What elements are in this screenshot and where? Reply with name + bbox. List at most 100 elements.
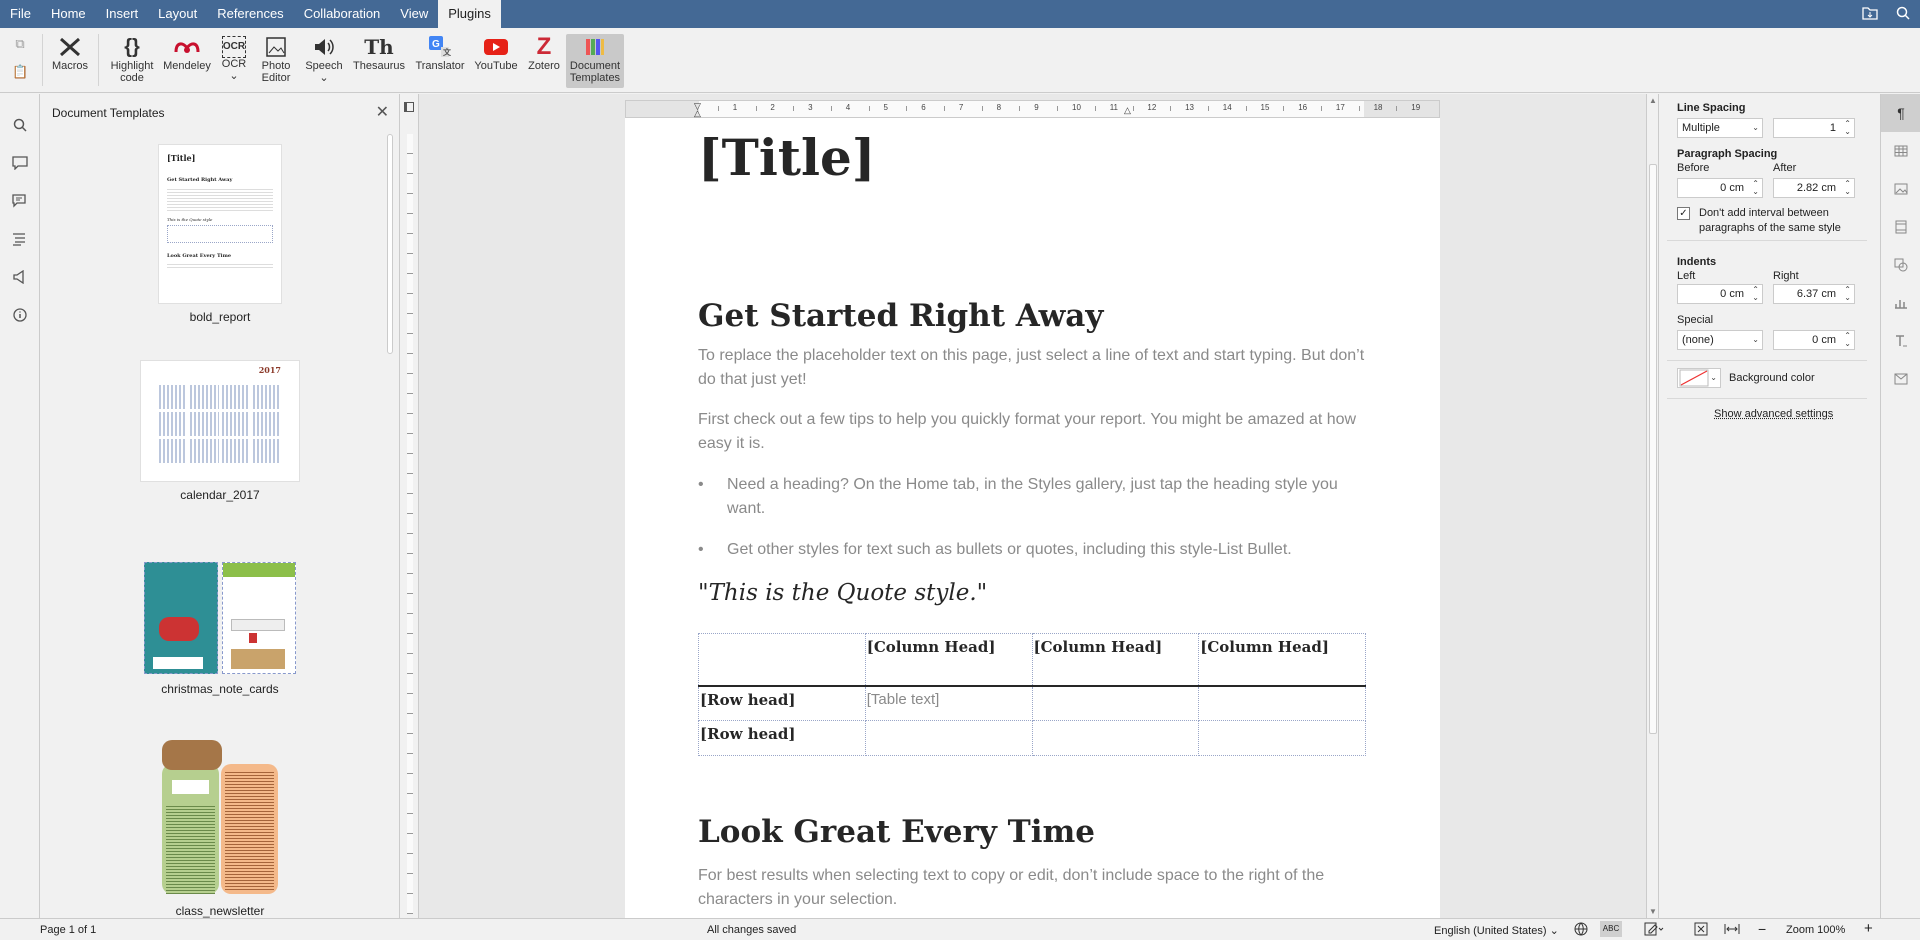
speech-button[interactable]: Speech ⌄	[302, 34, 346, 88]
right-indent-input[interactable]: 6.37 cm ⌃ ⌄	[1773, 284, 1855, 304]
spell-check-icon[interactable]: ABC	[1600, 921, 1622, 937]
document-title[interactable]: [Title]	[698, 128, 875, 187]
zoom-in-icon[interactable]: +	[1864, 920, 1873, 937]
chat-icon[interactable]	[0, 182, 40, 220]
table-column-head[interactable]: [Column Head]	[1198, 633, 1366, 687]
document-scrollbar[interactable]: ▲ ▼	[1646, 94, 1658, 918]
translator-button[interactable]: G文 Translator	[412, 34, 468, 88]
text-art-settings-icon[interactable]	[1881, 322, 1920, 360]
table-cell[interactable]	[1198, 720, 1366, 756]
vertical-ruler[interactable]	[401, 94, 419, 918]
body-paragraph[interactable]: To replace the placeholder text on this …	[698, 344, 1378, 392]
zoom-level[interactable]: Zoom 100%	[1786, 924, 1845, 936]
body-paragraph[interactable]: For best results when selecting text to …	[698, 864, 1378, 912]
open-file-location-icon[interactable]	[1862, 6, 1878, 23]
template-bold-report[interactable]: [Title] Get Started Right Away This is t…	[158, 144, 282, 324]
heading-get-started[interactable]: Get Started Right Away	[698, 298, 1103, 334]
thesaurus-button[interactable]: Th Thesaurus	[352, 34, 406, 88]
document-page[interactable]: [Title] Get Started Right Away To replac…	[625, 118, 1440, 918]
heading-look-great[interactable]: Look Great Every Time	[698, 814, 1095, 850]
document-language-icon[interactable]	[1574, 922, 1588, 939]
feedback-icon[interactable]	[0, 258, 40, 296]
tab-collaboration[interactable]: Collaboration	[294, 0, 391, 28]
template-class-newsletter[interactable]: class_newsletter	[158, 740, 282, 918]
zoom-out-icon[interactable]: −	[1758, 921, 1766, 937]
quote-paragraph[interactable]: "This is the Quote style."	[698, 580, 987, 606]
spinner-arrows-icon[interactable]: ⌃ ⌄	[1752, 286, 1759, 302]
line-spacing-type-select[interactable]: Multiple ⌄	[1677, 118, 1763, 138]
spinner-arrows-icon[interactable]: ⌃ ⌄	[1844, 286, 1851, 302]
shape-settings-icon[interactable]	[1881, 246, 1920, 284]
mendeley-button[interactable]: Mendeley	[162, 34, 212, 88]
tab-stop-selector-icon[interactable]	[404, 102, 414, 112]
page-counter[interactable]: Page 1 of 1	[40, 924, 96, 936]
ocr-button[interactable]: OCR OCR ⌄	[218, 34, 250, 88]
copy-icon[interactable]: ⧉	[12, 36, 28, 52]
photo-editor-button[interactable]: Photo Editor	[256, 34, 296, 88]
tab-references[interactable]: References	[207, 0, 293, 28]
tab-plugins[interactable]: Plugins	[438, 0, 501, 28]
list-bullet[interactable]: Get other styles for text such as bullet…	[698, 538, 1378, 562]
fit-to-width-icon[interactable]	[1724, 922, 1740, 939]
tab-insert[interactable]: Insert	[96, 0, 149, 28]
tab-layout[interactable]: Layout	[148, 0, 207, 28]
tab-view[interactable]: View	[390, 0, 438, 28]
macros-button[interactable]: Macros	[50, 34, 90, 88]
close-icon[interactable]: ✕	[376, 102, 389, 122]
table-settings-icon[interactable]	[1881, 132, 1920, 170]
search-icon[interactable]	[0, 106, 40, 144]
table-row-head[interactable]: [Row head]	[698, 720, 866, 756]
table-column-head[interactable]: [Column Head]	[864, 633, 1033, 687]
spinner-arrows-icon[interactable]: ⌃ ⌄	[1844, 120, 1851, 136]
right-indent-marker[interactable]: △	[1124, 105, 1131, 116]
show-advanced-settings-link[interactable]: Show advanced settings	[1714, 408, 1833, 420]
panel-scrollbar[interactable]	[387, 134, 393, 354]
table-cell[interactable]	[1031, 685, 1200, 721]
left-indent-input[interactable]: 0 cm ⌃ ⌄	[1677, 284, 1763, 304]
spinner-arrows-icon[interactable]: ⌃ ⌄	[1844, 332, 1851, 348]
image-settings-icon[interactable]	[1881, 170, 1920, 208]
no-interval-checkbox[interactable]: ✓	[1677, 207, 1690, 220]
table-cell[interactable]	[698, 633, 866, 687]
tab-home[interactable]: Home	[41, 0, 96, 28]
highlight-code-button[interactable]: {} Highlight code	[108, 34, 156, 88]
table-cell[interactable]	[864, 720, 1033, 756]
spacing-after-input[interactable]: 2.82 cm ⌃ ⌄	[1773, 178, 1855, 198]
paste-icon[interactable]: 📋	[12, 64, 28, 80]
table-cell[interactable]	[1031, 720, 1200, 756]
info-icon[interactable]	[0, 296, 40, 334]
special-indent-input[interactable]: 0 cm ⌃ ⌄	[1773, 330, 1855, 350]
zotero-button[interactable]: Z Zotero	[524, 34, 564, 88]
horizontal-ruler[interactable]: 1 2 3 4 5 6 7 8 9 10 11 12 13 14 15 16 17 18 19 ▽ △ △	[625, 100, 1440, 118]
youtube-button[interactable]: YouTube	[472, 34, 520, 88]
body-paragraph[interactable]: First check out a few tips to help you q…	[698, 408, 1378, 456]
list-bullet[interactable]: Need a heading? On the Home tab, in the …	[698, 473, 1378, 521]
scroll-down-icon[interactable]: ▼	[1649, 907, 1657, 916]
table-cell[interactable]	[1198, 685, 1366, 721]
chart-settings-icon[interactable]	[1881, 284, 1920, 322]
document-templates-button[interactable]: Document Templates	[566, 34, 624, 88]
special-indent-select[interactable]: (none) ⌄	[1677, 330, 1763, 350]
table-column-head[interactable]: [Column Head]	[1031, 633, 1200, 687]
scroll-up-icon[interactable]: ▲	[1649, 96, 1657, 105]
table-cell[interactable]: [Table text]	[864, 685, 1033, 721]
header-footer-settings-icon[interactable]	[1881, 208, 1920, 246]
language-select[interactable]: English (United States) ⌄	[1434, 924, 1559, 937]
template-calendar-2017[interactable]: 2017 calendar_2017	[140, 360, 300, 502]
mail-merge-settings-icon[interactable]	[1881, 360, 1920, 398]
comments-icon[interactable]	[0, 144, 40, 182]
spacing-before-input[interactable]: 0 cm ⌃ ⌄	[1677, 178, 1763, 198]
search-icon[interactable]	[1896, 6, 1910, 23]
table-row-head[interactable]: [Row head]	[698, 685, 866, 721]
fit-to-page-icon[interactable]	[1694, 922, 1708, 939]
template-christmas-note-cards[interactable]: christmas_note_cards	[142, 560, 298, 696]
track-changes-icon[interactable]	[1644, 922, 1664, 939]
line-spacing-value-input[interactable]: 1 ⌃ ⌄	[1773, 118, 1855, 138]
background-color-picker[interactable]: ⌄	[1677, 368, 1721, 388]
navigation-icon[interactable]	[0, 220, 40, 258]
scrollbar-thumb[interactable]	[1649, 164, 1657, 734]
spinner-arrows-icon[interactable]: ⌃ ⌄	[1752, 180, 1759, 196]
spinner-arrows-icon[interactable]: ⌃ ⌄	[1844, 180, 1851, 196]
paragraph-settings-icon[interactable]: ¶	[1881, 94, 1920, 132]
tab-file[interactable]: File	[0, 0, 41, 28]
